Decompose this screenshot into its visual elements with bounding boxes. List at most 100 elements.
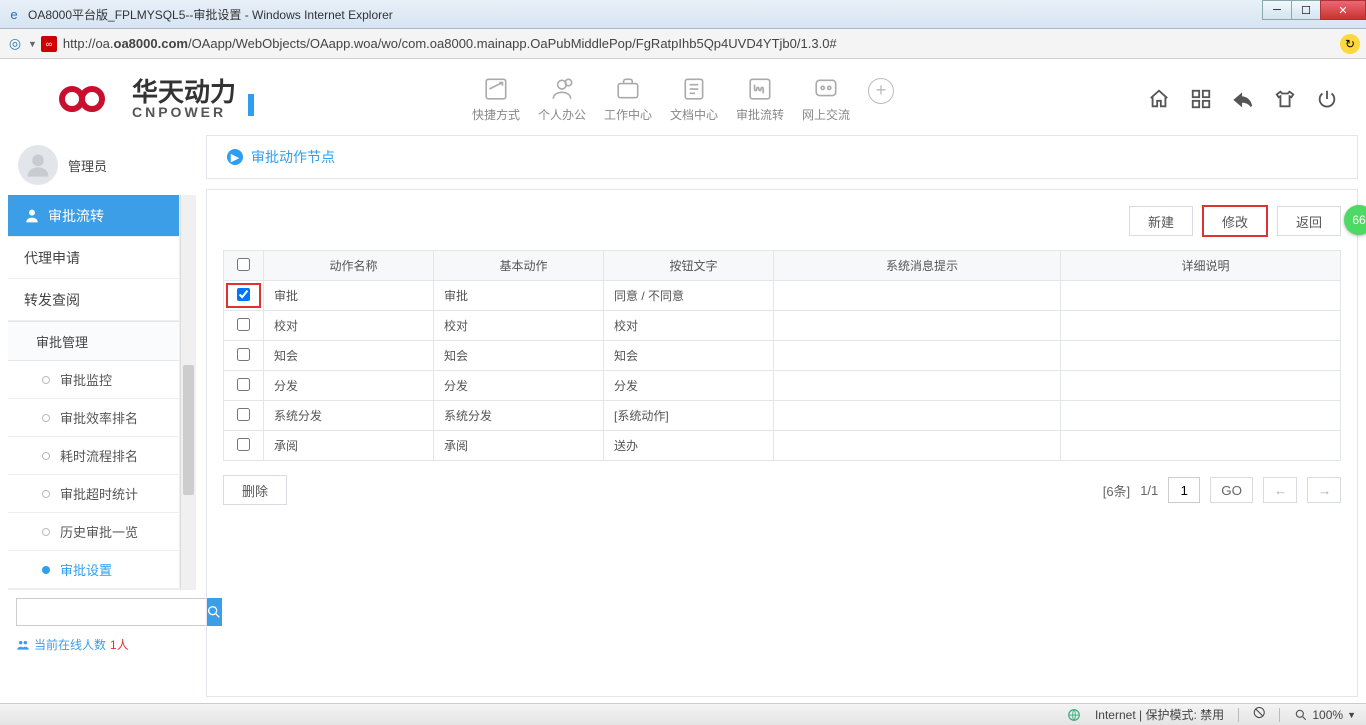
logo-mark [48,78,124,120]
row-checkbox[interactable] [237,288,250,301]
nav-personal[interactable]: 个人办公 [538,76,586,123]
sidebar-item-proxy[interactable]: 代理申请 [8,237,179,279]
table-row[interactable]: 承阅承阅送办 [224,431,1341,461]
sidebar-lower: 审批流转 代理申请 转发查阅 审批管理 审批监控审批效率排名耗时流程排名审批超时… [8,195,196,589]
panel-head-arrow-icon: ▶ [227,149,243,165]
float-badge[interactable]: 66 [1344,205,1366,235]
logo: 华天动力 CNPOWER [48,78,254,120]
col-sys-msg: 系统消息提示 [774,251,1061,281]
protected-mode-icon[interactable]: 🛇 [1253,704,1265,725]
status-sep [1238,708,1239,722]
ie-icon: e [6,6,22,22]
table-cell [774,311,1061,341]
row-checkbox[interactable] [237,378,250,391]
sidebar-sub-item[interactable]: 审批效率排名 [8,399,179,437]
table-cell: 审批 [434,281,604,311]
back-button[interactable]: 返回 [1277,206,1341,236]
table-row[interactable]: 校对校对校对 [224,311,1341,341]
table-cell: 分发 [434,371,604,401]
reply-icon[interactable] [1232,88,1254,110]
table-cell: 承阅 [264,431,434,461]
delete-button[interactable]: 删除 [223,475,287,505]
zoom-dropdown-icon[interactable]: ▼ [1347,710,1356,720]
row-checkbox[interactable] [237,408,250,421]
side-nav: 审批流转 代理申请 转发查阅 审批管理 审批监控审批效率排名耗时流程排名审批超时… [8,195,180,589]
table-cell: 校对 [264,311,434,341]
next-page-button[interactable]: → [1307,477,1341,503]
row-checkbox[interactable] [237,438,250,451]
refresh-icon[interactable]: ↻ [1340,34,1360,54]
dropdown-icon[interactable]: ▼ [28,39,37,49]
minimize-button[interactable]: ─ [1262,0,1292,20]
bullet-icon [42,528,50,536]
col-button-text: 按钮文字 [604,251,774,281]
power-icon[interactable] [1316,88,1338,110]
table-header-row: 动作名称 基本动作 按钮文字 系统消息提示 详细说明 [224,251,1341,281]
row-checkbox-cell [224,311,264,341]
go-button[interactable]: GO [1210,477,1253,503]
nav-chat[interactable]: 网上交流 [802,76,850,123]
new-button[interactable]: 新建 [1129,206,1193,236]
table-cell [1061,311,1341,341]
table-row[interactable]: 知会知会知会 [224,341,1341,371]
table-cell: 送办 [604,431,774,461]
row-checkbox-cell [224,401,264,431]
table-cell: 校对 [604,311,774,341]
table-cell: [系统动作] [604,401,774,431]
scrollbar-thumb[interactable] [183,365,194,495]
col-action-name: 动作名称 [264,251,434,281]
search-input[interactable] [16,598,206,626]
sidebar-scrollbar[interactable] [180,195,196,589]
url-field[interactable]: http://oa.oa8000.com/OAapp/WebObjects/OA… [61,36,1336,51]
nav-approval[interactable]: 审批流转 [736,76,784,123]
edit-button[interactable]: 修改 [1203,206,1267,236]
sidebar-footer: 当前在线人数 1人 [8,589,196,661]
zoom-control[interactable]: 100% ▼ [1294,708,1356,722]
logo-accent-bar [248,94,254,116]
table-footer: 删除 [6条] 1/1 GO ← → [223,475,1341,505]
close-button[interactable]: ✕ [1320,0,1366,20]
table-cell [774,341,1061,371]
panel-body: 新建 修改 返回 动作名称 基本动作 按钮文字 系统消息提示 详细说明 [206,189,1358,697]
apps-icon[interactable] [1190,88,1212,110]
table-cell [1061,281,1341,311]
sidebar-group-head: 审批管理 [8,321,179,361]
nav-add-button[interactable]: + [868,78,894,104]
logo-text: 华天动力 CNPOWER [132,79,236,119]
maximize-button[interactable]: ☐ [1291,0,1321,20]
nav-docs[interactable]: 文档中心 [670,76,718,123]
user-name: 管理员 [68,156,107,175]
sidebar-sub-item[interactable]: 历史审批一览 [8,513,179,551]
nav-work[interactable]: 工作中心 [604,76,652,123]
sidebar-sub-item[interactable]: 审批超时统计 [8,475,179,513]
table-cell [774,371,1061,401]
sidebar-section-approval[interactable]: 审批流转 [8,195,179,237]
table-cell: 分发 [264,371,434,401]
page-input[interactable] [1168,477,1200,503]
row-checkbox[interactable] [237,318,250,331]
table-cell [1061,401,1341,431]
table-cell: 系统分发 [264,401,434,431]
status-zone: Internet | 保护模式: 禁用 [1095,706,1224,723]
row-checkbox-cell [224,371,264,401]
select-all-checkbox[interactable] [237,258,250,271]
prev-page-button[interactable]: ← [1263,477,1297,503]
table-row[interactable]: 分发分发分发 [224,371,1341,401]
table-cell: 系统分发 [434,401,604,431]
shirt-icon[interactable] [1274,88,1296,110]
sidebar-sub-item[interactable]: 审批设置 [8,551,179,589]
sidebar-item-forward[interactable]: 转发查阅 [8,279,179,321]
main: ▶ 审批动作节点 新建 修改 返回 动作名称 基本动作 按钮文字 [206,135,1358,697]
home-icon[interactable] [1148,88,1170,110]
panel-head: ▶ 审批动作节点 [206,135,1358,179]
table-row[interactable]: 系统分发系统分发[系统动作] [224,401,1341,431]
sidebar-sub-item[interactable]: 审批监控 [8,361,179,399]
security-shield-icon[interactable]: ◎ [6,35,24,53]
row-checkbox[interactable] [237,348,250,361]
table-row[interactable]: 审批审批同意 / 不同意 [224,281,1341,311]
status-bar: Internet | 保护模式: 禁用 🛇 100% ▼ [0,703,1366,725]
nav-shortcut[interactable]: 快捷方式 [472,76,520,123]
sidebar-sub-item[interactable]: 耗时流程排名 [8,437,179,475]
url-prefix: http://oa. [63,36,114,51]
app-topbar: 华天动力 CNPOWER 快捷方式 个人办公 工作中心 文档中心 审批流转 网上… [8,69,1358,129]
